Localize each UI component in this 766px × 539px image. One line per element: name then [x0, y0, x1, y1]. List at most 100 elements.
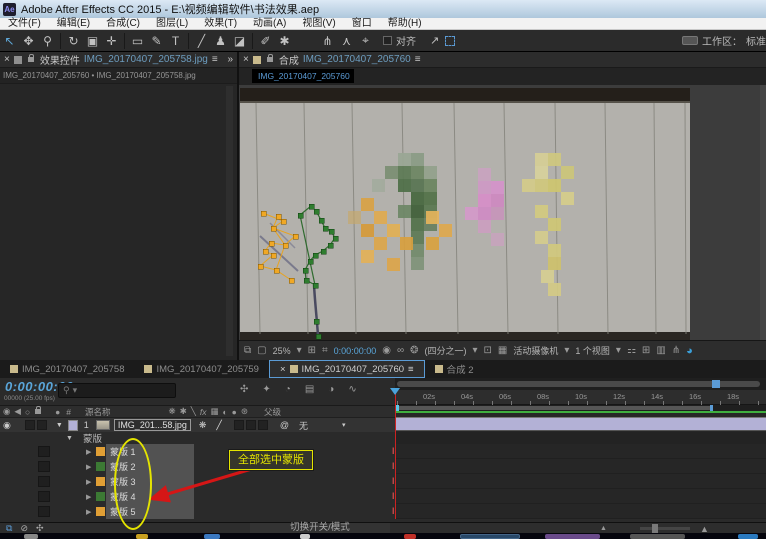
- menu-edit[interactable]: 编辑(E): [49, 18, 98, 30]
- menu-layer[interactable]: 图层(L): [148, 18, 196, 30]
- layer-quality-icon[interactable]: ╱: [216, 420, 221, 431]
- puppet-pin-tool-icon[interactable]: ✱: [275, 34, 294, 48]
- taskbar-icon[interactable]: [136, 534, 148, 539]
- hand-tool-icon[interactable]: ✥: [19, 34, 38, 48]
- mask-toggle-box[interactable]: [38, 506, 50, 517]
- layer-switch-box[interactable]: [258, 420, 268, 430]
- close-icon[interactable]: ×: [280, 364, 286, 375]
- zoom-level[interactable]: 25%: [273, 346, 291, 356]
- layers-icon[interactable]: ⧉: [244, 345, 251, 356]
- exposure-box-icon[interactable]: ⊞: [642, 345, 650, 356]
- comp-selector-dropdown[interactable]: IMG_20170407_205760: [252, 69, 354, 83]
- mask-color-swatch[interactable]: [96, 462, 105, 471]
- panel-menu-icon[interactable]: ≡: [415, 54, 421, 65]
- timeline-track-area[interactable]: 02s 04s 06s 08s 10s 12s 14s 16s 18s: [395, 378, 766, 519]
- menu-view[interactable]: 视图(V): [294, 18, 343, 30]
- taskbar-icon[interactable]: [404, 534, 416, 539]
- group-expand-icon[interactable]: ▼: [66, 435, 73, 442]
- menu-help[interactable]: 帮助(H): [380, 18, 430, 30]
- taskbar-icon[interactable]: [24, 534, 38, 539]
- mask-visibility-icon[interactable]: ⌗: [322, 345, 328, 356]
- panel-menu-icon[interactable]: ≡: [408, 364, 414, 375]
- layer-switch-box[interactable]: [25, 420, 35, 430]
- playhead-line[interactable]: [395, 390, 396, 519]
- layer-fan-icon[interactable]: ❋: [199, 420, 207, 431]
- zoom-out-icon[interactable]: ▲: [600, 525, 607, 532]
- zoom-dropdown-icon[interactable]: ▾: [297, 345, 302, 356]
- masks-group-row[interactable]: ▼ 蒙版: [0, 432, 395, 444]
- shy-layers-icon[interactable]: ◔: [285, 384, 291, 395]
- layer-expand-icon[interactable]: ▼: [56, 422, 63, 429]
- taskbar-icon[interactable]: [738, 534, 758, 539]
- pan-behind-tool-icon[interactable]: ✛: [102, 34, 121, 48]
- timeline-search-input[interactable]: ⚲ ▾: [58, 383, 176, 398]
- expand-arrow-icon[interactable]: ▶: [86, 508, 91, 516]
- fast-previews-icon[interactable]: ◕: [686, 345, 693, 357]
- panel-overflow-icon[interactable]: »: [227, 54, 233, 65]
- camera-select[interactable]: 活动摄像机: [513, 344, 558, 357]
- playhead-handle[interactable]: [390, 388, 400, 395]
- scrollbar[interactable]: [760, 85, 766, 340]
- clone-stamp-tool-icon[interactable]: ♟: [211, 34, 230, 48]
- resolution-select[interactable]: (四分之一): [424, 344, 466, 357]
- lock-icon[interactable]: [267, 57, 273, 62]
- roi-icon[interactable]: ⊡: [484, 345, 492, 356]
- mask-track-row[interactable]: [395, 474, 766, 489]
- parent-value[interactable]: 无: [299, 419, 308, 432]
- mask-toggle-box[interactable]: [38, 446, 50, 457]
- parent-column[interactable]: 父级: [264, 406, 281, 418]
- flowchart-icon[interactable]: ⋔: [672, 345, 680, 356]
- workspace-value[interactable]: 标准: [746, 33, 766, 48]
- layer-row-1[interactable]: ◉ ▼ 1 IMG_201...58.jpg ❋ ╱ @ 无 ▾: [0, 418, 395, 432]
- mask-toggle-box[interactable]: [38, 491, 50, 502]
- frame-blending-icon[interactable]: ▤: [305, 384, 314, 395]
- timeline-tab-205759[interactable]: IMG_20170407_205759: [134, 360, 268, 378]
- mask-color-swatch[interactable]: [96, 507, 105, 516]
- close-icon[interactable]: ×: [4, 54, 10, 65]
- snapshot-icon[interactable]: ◉: [382, 345, 391, 356]
- windows-taskbar[interactable]: [0, 533, 766, 539]
- mask-track-row[interactable]: [395, 459, 766, 474]
- expand-arrow-icon[interactable]: ▶: [86, 493, 91, 501]
- graph-editor-icon[interactable]: ∿: [348, 384, 356, 395]
- mask-toggle-box[interactable]: [38, 461, 50, 472]
- navigator-end-handle[interactable]: [712, 380, 720, 388]
- source-name-column[interactable]: 源名称: [85, 406, 111, 418]
- view-dropdown-icon[interactable]: ▾: [616, 345, 621, 356]
- layer-duration-bar[interactable]: [396, 417, 766, 431]
- taskbar-icon[interactable]: [630, 534, 685, 539]
- mask-track-row[interactable]: [395, 444, 766, 459]
- effect-controls-tab[interactable]: × 效果控件 IMG_20170407_205758.jpg ≡ »: [0, 52, 237, 68]
- brush-tool-icon[interactable]: ╱: [192, 34, 211, 48]
- grid-icon[interactable]: ⊞: [308, 345, 316, 356]
- pixel-aspect-icon[interactable]: ▥: [656, 345, 665, 356]
- camera-dropdown-icon[interactable]: ▾: [564, 345, 569, 356]
- align-checkbox[interactable]: [383, 36, 392, 45]
- taskbar-icon[interactable]: [204, 534, 220, 539]
- timeline-tab-comp2[interactable]: 合成 2: [425, 360, 484, 378]
- layer-color-swatch[interactable]: [68, 420, 78, 431]
- expand-arrow-icon[interactable]: ▶: [86, 448, 91, 456]
- layer-visibility-icon[interactable]: ◉: [3, 420, 11, 431]
- layer-name[interactable]: IMG_201...58.jpg: [114, 419, 191, 431]
- pen-tool-icon[interactable]: ✎: [147, 34, 166, 48]
- mask-color-swatch[interactable]: [96, 492, 105, 501]
- close-icon[interactable]: ×: [243, 54, 249, 65]
- taskbar-icon[interactable]: [545, 534, 600, 539]
- local-axis-mode-icon[interactable]: ⋔: [318, 34, 337, 48]
- shape-tool-icon[interactable]: ▭: [128, 34, 147, 48]
- resolution-dropdown-icon[interactable]: ▾: [472, 345, 477, 356]
- draft-3d-icon[interactable]: ✦: [262, 384, 270, 395]
- expand-arrow-icon[interactable]: ▶: [86, 478, 91, 486]
- menu-animation[interactable]: 动画(A): [245, 18, 294, 30]
- mask-track-row[interactable]: [395, 489, 766, 504]
- scrollbar[interactable]: [226, 86, 233, 356]
- taskbar-icon[interactable]: [300, 534, 310, 539]
- monitor-icon[interactable]: ▢: [257, 345, 266, 356]
- mask-color-swatch[interactable]: [96, 477, 105, 486]
- eraser-tool-icon[interactable]: ◪: [230, 34, 249, 48]
- transparency-grid-icon[interactable]: ▦: [498, 345, 507, 356]
- expand-arrow-icon[interactable]: ▶: [86, 463, 91, 471]
- selection-tool-icon[interactable]: ↖: [0, 34, 19, 48]
- marquee-icon[interactable]: [445, 36, 455, 46]
